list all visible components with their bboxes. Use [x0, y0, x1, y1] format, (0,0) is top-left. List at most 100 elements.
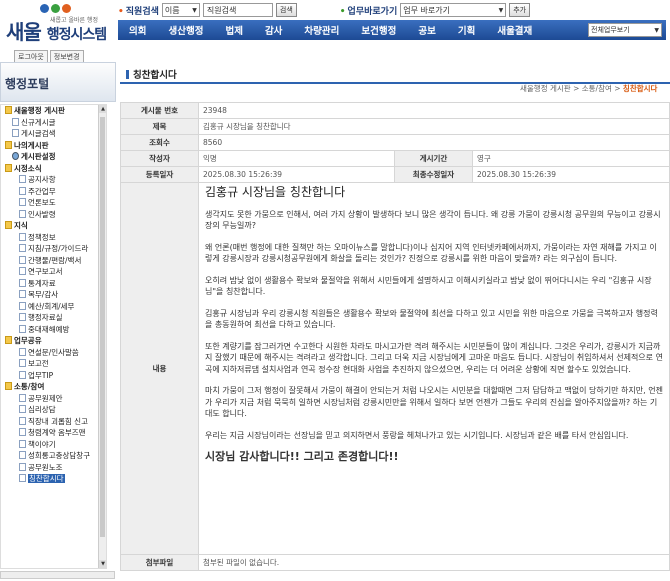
sidebar-item[interactable]: 인사발령 — [1, 209, 106, 221]
document-icon — [19, 347, 26, 356]
scroll-thumb[interactable] — [100, 117, 105, 537]
document-icon — [19, 462, 26, 471]
sidebar-item[interactable]: 언론보도 — [1, 197, 106, 209]
sidebar-item-label: 심리상담 — [28, 405, 56, 414]
sidebar-item[interactable]: 직장내 괴롭힘 신고 — [1, 416, 106, 428]
post-paragraph: 또한 계량기를 잠그러가면 수고한다 시원한 차라도 마시고가란 격려 해주시는… — [205, 341, 663, 374]
attachment-value: 첨부된 파일이 없습니다. — [198, 554, 670, 571]
sidebar-item[interactable]: 청렴계약 옴부즈맨 — [1, 427, 106, 439]
nav-item[interactable]: 공보 — [407, 23, 446, 37]
search-label: 직원검색 — [118, 4, 159, 17]
search-input[interactable]: 직원검색 — [202, 3, 273, 17]
nav-item[interactable]: 의회 — [118, 23, 157, 37]
sidebar-item-label: 게시글검색 — [21, 129, 56, 138]
post-paragraph: 왜 언론(매번 행정에 대한 질책만 하는 오마이뉴스를 말합니다)이나 심지어… — [205, 242, 657, 264]
sidebar-item[interactable]: 연설문/인사말씀 — [1, 347, 106, 359]
sidebar-item-label: 공무원노조 — [28, 462, 63, 472]
scroll-up-icon[interactable]: ▲ — [99, 105, 106, 113]
nav-item[interactable]: 기획 — [447, 23, 486, 37]
post-heading: 김홍규 시장님을 칭찬합니다 — [205, 185, 346, 199]
sidebar-item[interactable]: 신규게시글 — [1, 117, 106, 129]
nav-item[interactable]: 감사 — [254, 23, 293, 37]
sidebar-item[interactable]: 업무공유 — [1, 335, 106, 347]
sidebar-item-label: 게시판설정 — [21, 152, 56, 161]
nav-item[interactable]: 법제 — [214, 23, 253, 37]
sidebar-item[interactable]: 주간업무 — [1, 186, 106, 198]
document-icon — [19, 359, 26, 367]
sidebar-item[interactable]: 게시판설정 — [1, 151, 106, 163]
sidebar-item-label: 복무/감사 — [28, 290, 59, 299]
sidebar-item-label: 나의게시판 — [14, 140, 49, 150]
sidebar-item[interactable]: 게시글검색 — [1, 128, 106, 140]
quick-link-select[interactable]: 업무 바로가기 ▼ — [400, 3, 507, 17]
sidebar-item-label: 언론보도 — [28, 198, 56, 207]
post-paragraph: 마치 가뭄이 그저 행정이 잘못해서 가뭄이 해결이 안되는거 처럼 나오시는 … — [205, 386, 663, 418]
document-icon — [19, 267, 26, 275]
sidebar-item[interactable]: 연구보고서 — [1, 266, 106, 278]
sidebar-item[interactable]: 공지사항 — [1, 174, 106, 186]
page-title-bar: 칭찬합시다 — [120, 62, 670, 84]
nav-item[interactable]: 차량관리 — [293, 23, 350, 37]
chevron-down-icon: ▼ — [498, 6, 504, 14]
sidebar-item-label: 중대재해예방 — [28, 324, 70, 334]
sidebar-item[interactable]: 심리상담 — [1, 404, 106, 416]
sidebar-item[interactable]: 지식 — [1, 220, 106, 232]
sidebar-item[interactable]: 소통/참여 — [1, 381, 106, 393]
post-closing: 시장님 감사합니다!! 그리고 존경합니다!! — [205, 450, 399, 463]
sidebar-item[interactable]: 중대재해예방 — [1, 324, 106, 336]
attachment-label: 첨부파일 — [120, 554, 199, 571]
logo[interactable]: 새롭고 올바른 행정 새울 행정시스템 — [6, 2, 116, 44]
sidebar-item[interactable]: 행정자료실 — [1, 312, 106, 324]
sidebar-scrollbar[interactable]: ▲ ▼ — [98, 105, 106, 568]
post-no-value: 23948 — [198, 102, 670, 119]
sidebar-item[interactable]: 지침/규정/가이드라 — [1, 243, 106, 255]
quick-add-button[interactable]: 추가 — [509, 3, 531, 17]
post-paragraph: 오히려 밤낮 없이 생활용수 확보와 물절약을 위해서 시민들에게 설명하시고 … — [205, 275, 652, 297]
views-value: 8560 — [198, 134, 670, 151]
document-icon — [19, 301, 26, 310]
folder-icon — [5, 140, 12, 149]
sidebar-item[interactable]: 간행물/편람/백서 — [1, 255, 106, 267]
sidebar-item[interactable]: 성희롱고충상담창구 — [1, 450, 106, 462]
sidebar-item-label: 간행물/편람/백서 — [28, 255, 82, 265]
sidebar-hscrollbar[interactable] — [0, 571, 115, 579]
sidebar-item[interactable]: 복무/감사 — [1, 289, 106, 301]
sidebar-item[interactable]: 정책정보 — [1, 232, 106, 244]
sidebar: 행정포털 새울행정 게시판 신규게시글 게시글검색 나의게시판 게시판설정 시정소식 공지사… — [0, 62, 116, 581]
sidebar-item[interactable]: 칭찬합시다 — [1, 473, 106, 485]
sidebar-item[interactable]: 업무TIP — [1, 370, 106, 382]
sidebar-item[interactable]: 새울행정 게시판 — [1, 105, 106, 117]
sidebar-item[interactable]: 시정소식 — [1, 163, 106, 175]
document-icon — [19, 278, 26, 287]
modified-value: 2025.08.30 15:26:39 — [472, 166, 670, 183]
sidebar-item[interactable]: 책이야기 — [1, 439, 106, 451]
scroll-down-icon[interactable]: ▼ — [99, 560, 106, 568]
sidebar-item-label: 새울행정 게시판 — [14, 106, 65, 115]
search-type-select[interactable]: 이름 ▼ — [161, 3, 200, 17]
sidebar-item-label: 청렴계약 옴부즈맨 — [28, 428, 86, 437]
sidebar-item-label: 공무원제안 — [28, 393, 63, 403]
document-icon — [19, 428, 26, 436]
author-value: 익명 — [198, 150, 395, 167]
sidebar-item-label: 시정소식 — [14, 163, 42, 173]
sidebar-item[interactable]: 보고전 — [1, 358, 106, 370]
globe-icon — [12, 152, 19, 160]
nav-item[interactable]: 새울결재 — [486, 23, 543, 37]
nav-item[interactable]: 생산행정 — [157, 23, 214, 37]
views-label: 조회수 — [120, 134, 199, 151]
sidebar-item[interactable]: 나의게시판 — [1, 140, 106, 152]
sidebar-item[interactable]: 공무원노조 — [1, 462, 106, 474]
sidebar-item-label: 직장내 괴롭힘 신고 — [28, 416, 88, 426]
post-paragraph: 우리는 지금 시장님이라는 선장님을 믿고 의지하면서 풍랑을 헤쳐나가고 있는… — [205, 430, 629, 440]
sidebar-item[interactable]: 예산/회계/세무 — [1, 301, 106, 313]
sidebar-item[interactable]: 통계자료 — [1, 278, 106, 290]
nav-item[interactable]: 보건행정 — [350, 23, 407, 37]
document-icon — [19, 439, 26, 448]
sidebar-item-label: 업무공유 — [14, 336, 42, 345]
all-tasks-select[interactable]: 전체업무보기 ▼ — [588, 23, 662, 37]
document-icon — [12, 117, 19, 126]
sidebar-item[interactable]: 공무원제안 — [1, 393, 106, 405]
post-paragraph: 생각지도 못한 가뭄으로 인해서, 여러 가지 상황이 발생하다 보니 많은 생… — [205, 209, 661, 231]
search-button[interactable]: 검색 — [275, 3, 297, 17]
sidebar-item-label: 예산/회계/세무 — [28, 301, 75, 311]
